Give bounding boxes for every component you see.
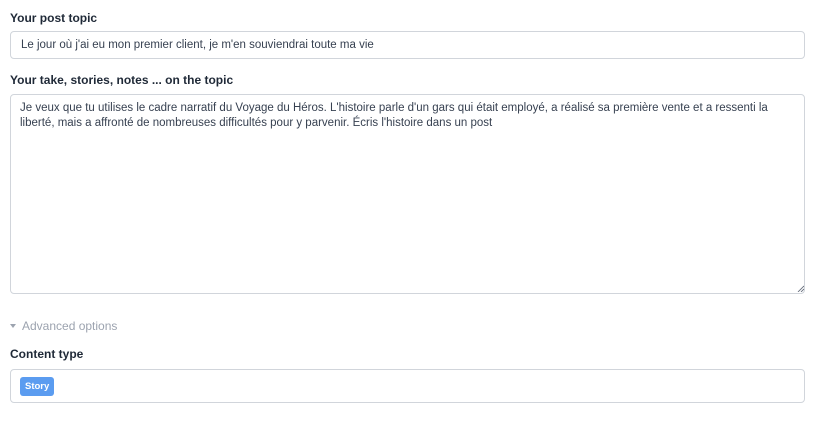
topic-input[interactable] (10, 31, 805, 59)
advanced-options-toggle[interactable]: Advanced options (10, 319, 117, 333)
advanced-options-label: Advanced options (22, 319, 118, 333)
caret-down-icon (10, 324, 16, 328)
take-textarea[interactable]: Je veux que tu utilises le cadre narrati… (10, 94, 805, 294)
content-type-tag-story[interactable]: Story (20, 377, 55, 396)
content-type-select[interactable]: Story (10, 369, 805, 403)
take-label: Your take, stories, notes ... on the top… (10, 73, 234, 87)
resize-grip-icon[interactable] (797, 285, 804, 292)
content-type-label: Content type (10, 347, 84, 361)
topic-label: Your post topic (10, 11, 98, 25)
